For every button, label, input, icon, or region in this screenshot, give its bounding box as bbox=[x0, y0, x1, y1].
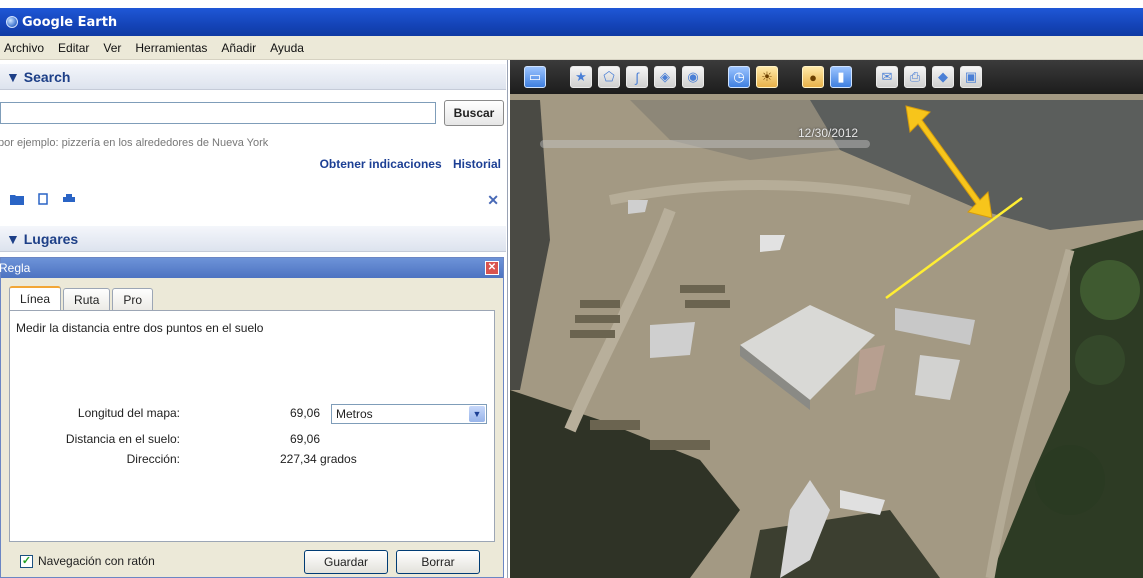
map-view[interactable]: 12/30/2012 ▭ ★ ⬠ ∫ ◈ ◉ ◷ ☀ ● ▮ ✉ ⎙ ◆ ▣ bbox=[510, 60, 1143, 578]
menu-ver[interactable]: Ver bbox=[103, 41, 121, 55]
ruler-tab-pane: Medir la distancia entre dos puntos en e… bbox=[9, 310, 495, 542]
path-icon[interactable]: ∫ bbox=[626, 66, 648, 88]
close-icon[interactable]: ✕ bbox=[485, 261, 499, 275]
polygon-icon[interactable]: ⬠ bbox=[598, 66, 620, 88]
ruler-title: Regla bbox=[0, 261, 31, 275]
copy-icon[interactable] bbox=[36, 193, 50, 205]
search-input[interactable] bbox=[0, 102, 436, 124]
ruler-dialog-title: Regla bbox=[0, 258, 503, 278]
search-button[interactable]: Buscar bbox=[444, 100, 504, 126]
tab-pro[interactable]: Pro bbox=[112, 288, 154, 310]
google-maps-icon[interactable]: ◆ bbox=[932, 66, 954, 88]
sidebar-toggle-icon[interactable]: ▭ bbox=[524, 66, 546, 88]
ground-distance-label: Distancia en el suelo: bbox=[65, 432, 180, 446]
places-section-header[interactable]: ▼ Lugares bbox=[0, 226, 506, 252]
google-earth-icon bbox=[6, 16, 18, 28]
ruler-tabs: Línea Ruta Pro bbox=[9, 286, 155, 310]
menu-archivo[interactable]: Archivo bbox=[4, 41, 44, 55]
folder-icon[interactable] bbox=[10, 193, 24, 205]
panel-toolbar bbox=[10, 193, 76, 205]
mouse-navigation-checkbox[interactable]: ✓ Navegación con ratón bbox=[20, 554, 155, 568]
checkbox-icon[interactable]: ✓ bbox=[20, 554, 33, 568]
time-slider-label: 12/30/2012 bbox=[798, 126, 859, 140]
window-title-bar: Google Earth bbox=[0, 8, 1143, 36]
search-hint: por ejemplo: pizzería en los alrededores… bbox=[0, 137, 269, 149]
sunlight-icon[interactable]: ☀ bbox=[756, 66, 778, 88]
get-directions-link[interactable]: Obtener indicaciones bbox=[320, 157, 442, 171]
search-links: Obtener indicaciones Historial bbox=[312, 157, 501, 171]
ruler-description: Medir la distancia entre dos puntos en e… bbox=[16, 321, 264, 335]
menu-editar[interactable]: Editar bbox=[58, 41, 89, 55]
image-overlay-icon[interactable]: ◈ bbox=[654, 66, 676, 88]
menu-ayuda[interactable]: Ayuda bbox=[270, 41, 304, 55]
placemark-icon[interactable]: ★ bbox=[570, 66, 592, 88]
side-panel: ▼ Search Buscar por ejemplo: pizzería en… bbox=[0, 60, 508, 578]
heading-value: 227,34 grados bbox=[280, 452, 357, 466]
email-icon[interactable]: ✉ bbox=[876, 66, 898, 88]
record-tour-icon[interactable]: ◉ bbox=[682, 66, 704, 88]
map-length-value: 69,06 bbox=[290, 406, 321, 420]
unit-select[interactable]: Metros ▼ bbox=[331, 404, 487, 424]
ruler-dialog: Regla ✕ Línea Ruta Pro Medir la distanci… bbox=[0, 257, 504, 578]
chevron-down-icon[interactable]: ▼ bbox=[469, 406, 485, 422]
history-link[interactable]: Historial bbox=[453, 157, 501, 171]
save-image-icon[interactable]: ▣ bbox=[960, 66, 982, 88]
tab-ruta[interactable]: Ruta bbox=[63, 288, 111, 310]
close-panel-icon[interactable]: ✕ bbox=[487, 192, 499, 209]
menu-bar: Archivo Editar Ver Herramientas Añadir A… bbox=[0, 36, 1143, 60]
search-section-header[interactable]: ▼ Search bbox=[0, 64, 506, 90]
planets-icon[interactable]: ● bbox=[802, 66, 824, 88]
map-length-label: Longitud del mapa: bbox=[77, 406, 180, 420]
ruler-icon[interactable]: ▮ bbox=[830, 66, 852, 88]
print-icon[interactable] bbox=[62, 193, 76, 205]
menu-anadir[interactable]: Añadir bbox=[221, 41, 256, 55]
unit-select-value: Metros bbox=[336, 407, 373, 421]
map-toolbar: ▭ ★ ⬠ ∫ ◈ ◉ ◷ ☀ ● ▮ ✉ ⎙ ◆ ▣ bbox=[510, 60, 1143, 94]
heading-label: Dirección: bbox=[126, 452, 180, 466]
menu-herramientas[interactable]: Herramientas bbox=[135, 41, 207, 55]
historical-imagery-icon[interactable]: ◷ bbox=[728, 66, 750, 88]
window-title: Google Earth bbox=[22, 14, 118, 30]
print-map-icon[interactable]: ⎙ bbox=[904, 66, 926, 88]
save-button[interactable]: Guardar bbox=[304, 550, 388, 574]
clear-button[interactable]: Borrar bbox=[396, 550, 480, 574]
tab-linea[interactable]: Línea bbox=[9, 286, 62, 310]
ground-distance-value: 69,06 bbox=[290, 432, 321, 446]
mouse-navigation-label: Navegación con ratón bbox=[38, 554, 155, 568]
